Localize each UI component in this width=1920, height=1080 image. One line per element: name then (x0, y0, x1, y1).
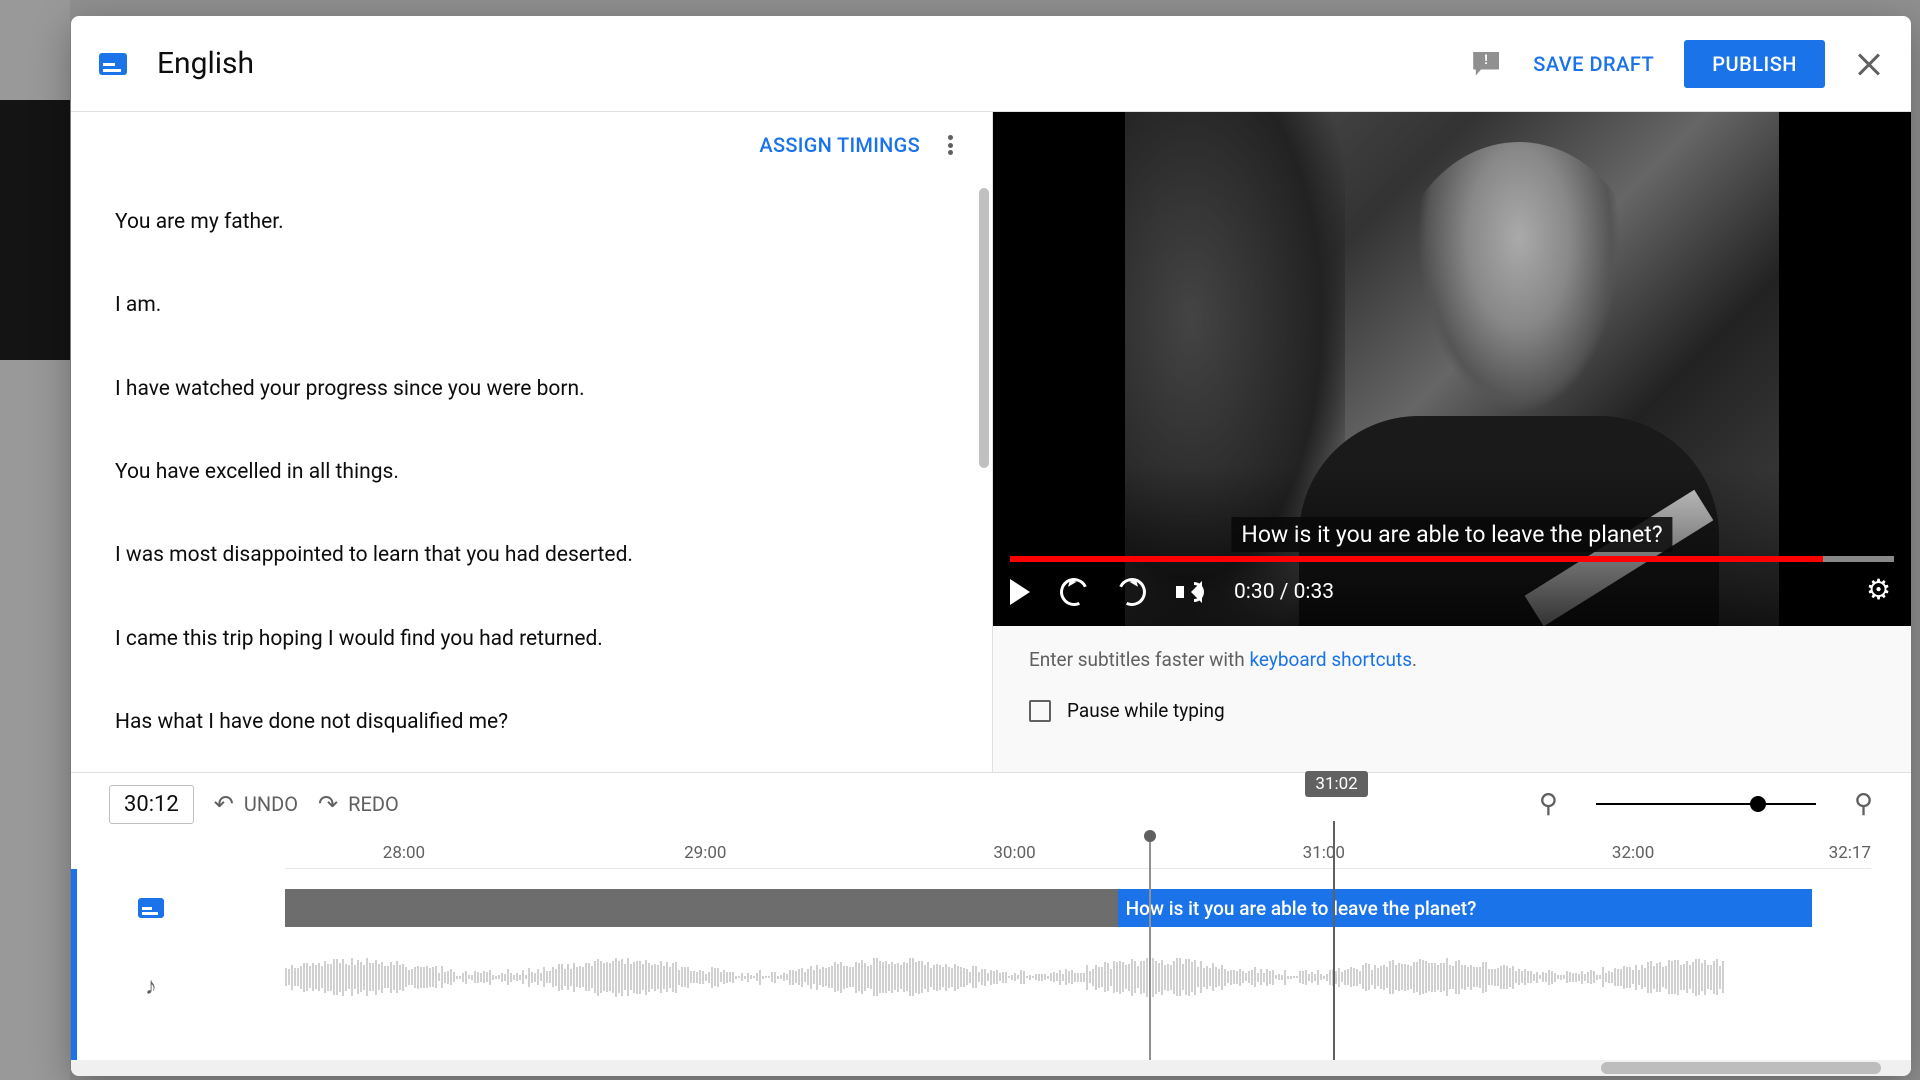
playhead[interactable] (1149, 835, 1151, 1060)
timeline-panel: 30:12 ↶UNDO ↷REDO ⚲ ⚲ 28:00 29:00 30:00 … (71, 772, 1911, 1076)
ruler-tick: 28:00 (383, 843, 425, 863)
audio-track-icon: ♪ (145, 972, 157, 1001)
captions-track-icon (138, 898, 164, 918)
volume-icon[interactable] (1176, 578, 1204, 606)
pause-while-typing-checkbox[interactable] (1029, 700, 1051, 722)
subtitle-line[interactable]: You are my father. (115, 208, 948, 236)
redo-icon: ↷ (318, 790, 338, 818)
gear-icon[interactable] (1868, 579, 1894, 605)
save-draft-button[interactable]: SAVE DRAFT (1533, 52, 1654, 76)
publish-button[interactable]: PUBLISH (1684, 40, 1825, 88)
subtitle-text-list[interactable]: You are my father. I am. I have watched … (71, 178, 992, 772)
keyboard-shortcuts-link[interactable]: keyboard shortcuts (1249, 648, 1412, 671)
ruler-tick: 32:00 (1612, 843, 1654, 863)
timeline-tracks[interactable]: How is it you are able to leave the plan… (191, 869, 1871, 1060)
subtitle-text-panel: ASSIGN TIMINGS You are my father. I am. … (71, 112, 993, 772)
play-icon[interactable] (1010, 579, 1030, 605)
scrollbar[interactable] (979, 188, 989, 468)
timeline-time-input[interactable]: 30:12 (109, 785, 194, 824)
close-icon[interactable] (1855, 50, 1883, 78)
ruler-tick: 30:00 (993, 843, 1035, 863)
ruler-tick: 29:00 (684, 843, 726, 863)
video-preview-panel: How is it you are able to leave the plan… (993, 112, 1911, 772)
timeline-horizontal-scrollbar[interactable] (71, 1060, 1911, 1076)
redo-button[interactable]: ↷REDO (318, 790, 399, 818)
pause-while-typing-option[interactable]: Pause while typing (1029, 699, 1875, 722)
timeline-ruler[interactable]: 28:00 29:00 30:00 31:00 32:00 32:17 (285, 835, 1871, 869)
zoom-slider[interactable] (1596, 803, 1816, 805)
video-progress-bar[interactable] (1010, 556, 1894, 562)
subtitle-line[interactable]: I was most disappointed to learn that yo… (115, 541, 948, 569)
modal-title: English (157, 46, 254, 81)
timeline-tooltip: 31:02 (1305, 771, 1367, 797)
undo-icon: ↶ (214, 790, 234, 818)
subtitle-line[interactable]: You have excelled in all things. (115, 458, 948, 486)
subtitle-line[interactable]: I have watched your progress since you w… (115, 375, 948, 403)
video-player[interactable]: How is it you are able to leave the plan… (993, 112, 1911, 626)
zoom-in-icon[interactable]: ⚲ (1854, 789, 1873, 819)
subtitle-editor-modal: English SAVE DRAFT PUBLISH ASSIGN TIMING… (71, 16, 1911, 1076)
more-options-icon[interactable] (938, 133, 962, 157)
timeline-accent (71, 869, 77, 1060)
modal-header: English SAVE DRAFT PUBLISH (71, 16, 1911, 112)
audio-waveform (285, 947, 1871, 1007)
undo-button[interactable]: ↶UNDO (214, 790, 298, 818)
keyboard-shortcuts-hint: Enter subtitles faster with keyboard sho… (1029, 648, 1875, 671)
zoom-out-icon[interactable]: ⚲ (1539, 789, 1558, 819)
ruler-end: 32:17 (1829, 843, 1871, 863)
subtitle-line[interactable]: I am. (115, 291, 948, 319)
video-time-display: 0:30 / 0:33 (1234, 580, 1334, 604)
feedback-icon[interactable] (1473, 52, 1499, 76)
replay-10-icon[interactable] (1056, 574, 1092, 610)
caption-segment-active[interactable]: How is it you are able to leave the plan… (1118, 889, 1812, 927)
forward-10-icon[interactable] (1114, 574, 1150, 610)
assign-timings-button[interactable]: ASSIGN TIMINGS (759, 133, 920, 157)
video-caption-overlay: How is it you are able to leave the plan… (1231, 517, 1672, 552)
timeline-hover-marker: 31:02 (1333, 821, 1335, 1060)
ruler-tick: 31:00 (1303, 843, 1345, 863)
subtitle-line[interactable]: I came this trip hoping I would find you… (115, 625, 948, 653)
subtitle-line[interactable]: Has what I have done not disqualified me… (115, 708, 948, 736)
caption-segment[interactable] (285, 889, 1118, 927)
subtitle-icon (99, 53, 127, 75)
